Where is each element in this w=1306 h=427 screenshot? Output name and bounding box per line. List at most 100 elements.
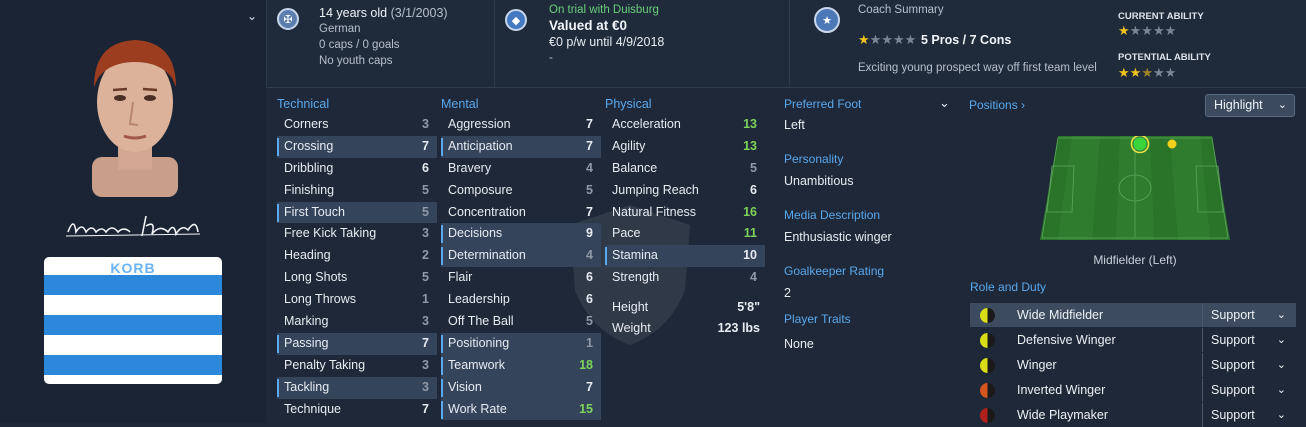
pros-cons[interactable]: 5 Pros / 7 Cons	[921, 33, 1011, 47]
mental-attributes: Aggression 7 Anticipation 7 Bravery 4 Compo…	[441, 114, 601, 421]
chevron-down-icon: ⌄	[1276, 309, 1286, 321]
attribute-row[interactable]: Composure 5	[441, 180, 601, 202]
positions-link[interactable]: Positions ›	[969, 98, 1025, 112]
duty-dropdown[interactable]: Support ⌄	[1202, 328, 1296, 352]
attribute-row[interactable]: Leadership 6	[441, 289, 601, 311]
attribute-row[interactable]: Acceleration 13	[605, 114, 765, 136]
duty-dropdown[interactable]: Support ⌄	[1202, 303, 1296, 327]
contract-wage: €0 p/w until 4/9/2018	[549, 35, 665, 49]
attribute-row[interactable]: Dribbling 6	[277, 158, 437, 180]
potential-ability-label: POTENTIAL ABILITY	[1118, 52, 1211, 63]
attribute-row[interactable]: Passing 7	[277, 332, 437, 355]
team-kit-shirt: KORB	[44, 257, 222, 384]
attribute-row[interactable]: Penalty Taking 3	[277, 355, 437, 377]
attribute-row[interactable]: Heading 2	[277, 245, 437, 267]
position-pitch	[1040, 136, 1230, 240]
club-badge-icon[interactable]: ◆	[505, 9, 527, 31]
physical-title: Physical	[605, 97, 652, 111]
role-rating-icon	[980, 383, 995, 398]
personality-label: Personality	[784, 152, 844, 166]
player-value: Valued at €0	[549, 18, 628, 33]
media-description-label: Media Description	[784, 208, 881, 222]
chevron-down-icon: ⌄	[1277, 99, 1287, 111]
attribute-row[interactable]: Strength 4	[605, 267, 765, 289]
chevron-down-icon: ⌄	[1276, 334, 1286, 346]
goalkeeper-rating: 2	[784, 286, 791, 300]
potential-ability-stars: ★★★★★	[1118, 65, 1177, 80]
youth-caps: No youth caps	[319, 55, 393, 67]
attribute-row[interactable]: Natural Fitness 16	[605, 202, 765, 224]
attribute-row[interactable]: Determination 4	[441, 245, 601, 268]
mental-title: Mental	[441, 97, 479, 111]
attribute-row[interactable]: Jumping Reach 6	[605, 180, 765, 202]
attribute-row[interactable]: Balance 5	[605, 158, 765, 180]
role-rating-icon	[980, 308, 995, 323]
role-row[interactable]: Wide Playmaker Support ⌄	[970, 403, 1296, 427]
attribute-row[interactable]: Decisions 9	[441, 223, 601, 246]
attribute-row[interactable]: Marking 3	[277, 311, 437, 333]
attribute-row[interactable]: Agility 13	[605, 136, 765, 158]
chevron-down-icon: ⌄	[1276, 409, 1286, 421]
attribute-row[interactable]: Crossing 7	[277, 135, 437, 158]
attribute-row[interactable]: Vision 7	[441, 376, 601, 399]
attribute-row[interactable]: First Touch 5	[277, 201, 437, 224]
position-text: Midfielder (Left)	[1093, 253, 1177, 267]
role-duty-title: Role and Duty	[970, 280, 1047, 294]
player-age: 14 years old	[319, 6, 388, 20]
kit-name: KORB	[110, 260, 156, 276]
attribute-row[interactable]: Long Throws 1	[277, 289, 437, 311]
current-ability-stars: ★★★★★	[1118, 23, 1177, 38]
attribute-row[interactable]: Aggression 7	[441, 114, 601, 136]
player-traits-label: Player Traits	[784, 312, 851, 326]
attribute-row[interactable]: Pace 11	[605, 223, 765, 245]
role-rating-icon	[980, 358, 995, 373]
height-label: Height	[612, 300, 649, 314]
physical-attributes: Acceleration 13 Agility 13 Balance 5 Jumpin…	[605, 114, 765, 289]
attribute-row[interactable]: Technique 7	[277, 399, 437, 421]
attribute-row[interactable]: Anticipation 7	[441, 135, 601, 158]
chevron-down-icon: ⌄	[1276, 359, 1286, 371]
attribute-row[interactable]: Concentration 7	[441, 202, 601, 224]
highlight-label: Highlight	[1214, 98, 1263, 112]
role-row[interactable]: Winger Support ⌄	[970, 353, 1296, 377]
technical-attributes: Corners 3 Crossing 7 Dribbling 6 Finishing 5…	[277, 114, 437, 420]
attribute-row[interactable]: Teamwork 18	[441, 354, 601, 377]
attribute-row[interactable]: Flair 6	[441, 267, 601, 289]
contract-status: On trial with Duisburg	[549, 4, 659, 16]
position-dot-secondary	[1167, 139, 1177, 149]
signature-image	[65, 215, 201, 237]
role-rating-icon	[980, 333, 995, 348]
attribute-row[interactable]: Long Shots 5	[277, 267, 437, 289]
chevron-down-icon[interactable]: ⌄	[244, 8, 260, 24]
attribute-row[interactable]: Finishing 5	[277, 180, 437, 202]
nationality: German	[319, 23, 361, 35]
position-dot-primary	[1133, 137, 1147, 151]
highlight-dropdown[interactable]: Highlight ⌄	[1205, 94, 1295, 117]
nation-flag-icon[interactable]: ✠	[277, 8, 299, 30]
coach-summary-stars: ★★★★★	[858, 32, 917, 47]
attribute-row[interactable]: Free Kick Taking 3	[277, 223, 437, 245]
preferred-foot-label: Preferred Foot	[784, 97, 862, 111]
coach-description: Exciting young prospect way off first te…	[858, 62, 1097, 74]
attribute-row[interactable]: Tackling 3	[277, 376, 437, 399]
duty-dropdown[interactable]: Support ⌄	[1202, 353, 1296, 377]
duty-dropdown[interactable]: Support ⌄	[1202, 403, 1296, 427]
attribute-row[interactable]: Bravery 4	[441, 158, 601, 180]
attribute-row[interactable]: Positioning 1	[441, 332, 601, 355]
star-badge-icon: ★	[814, 7, 840, 33]
role-row[interactable]: Inverted Winger Support ⌄	[970, 378, 1296, 402]
attribute-row[interactable]: Work Rate 15	[441, 398, 601, 421]
attribute-row[interactable]: Stamina 10	[605, 245, 765, 268]
attribute-row[interactable]: Corners 3	[277, 114, 437, 136]
player-dob: (3/1/2003)	[390, 6, 448, 20]
attribute-row[interactable]: Off The Ball 5	[441, 311, 601, 333]
coach-summary-title: Coach Summary	[858, 4, 944, 16]
role-row[interactable]: Wide Midfielder Support ⌄	[970, 303, 1296, 327]
role-row[interactable]: Defensive Winger Support ⌄	[970, 328, 1296, 352]
goalkeeper-rating-label: Goalkeeper Rating	[784, 264, 885, 278]
preferred-foot: Left	[784, 118, 805, 132]
chevron-down-icon[interactable]: ⌄	[939, 95, 950, 111]
player-traits: None	[784, 337, 814, 351]
height-value: 5'8"	[737, 300, 760, 314]
duty-dropdown[interactable]: Support ⌄	[1202, 378, 1296, 402]
